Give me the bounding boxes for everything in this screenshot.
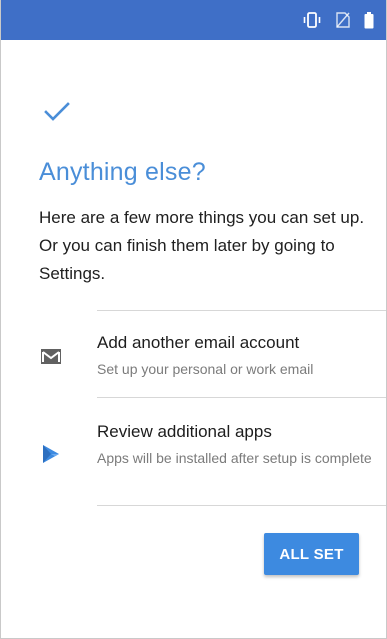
option-review-apps[interactable]: Review additional apps Apps will be inst…	[1, 398, 386, 505]
status-bar	[1, 0, 386, 40]
option-subtitle: Apps will be installed after setup is co…	[97, 450, 372, 466]
page-description: Here are a few more things you can set u…	[39, 208, 365, 283]
play-store-icon	[39, 442, 63, 466]
no-sim-icon	[336, 12, 350, 28]
page-title: Anything else?	[39, 158, 206, 186]
checkmark-icon	[42, 96, 72, 126]
divider	[97, 505, 386, 506]
all-set-button[interactable]: ALL SET	[264, 533, 359, 575]
vibrate-icon	[302, 12, 322, 28]
gmail-icon	[39, 344, 63, 368]
option-title: Review additional apps	[97, 422, 272, 441]
option-subtitle: Set up your personal or work email	[97, 361, 314, 377]
option-add-email-account[interactable]: Add another email account Set up your pe…	[1, 311, 386, 397]
setup-screen: Anything else? Here are a few more thing…	[0, 0, 387, 639]
option-title: Add another email account	[97, 333, 300, 352]
battery-icon	[364, 11, 374, 29]
